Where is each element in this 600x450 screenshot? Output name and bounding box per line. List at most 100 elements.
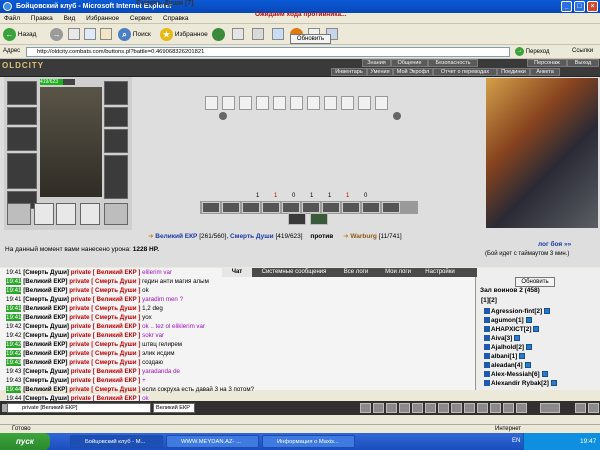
chat-author[interactable]: [Великий ЕКР]: [23, 314, 67, 321]
chat-recipient-field[interactable]: Великий ЕКР: [153, 403, 195, 413]
enemy-name[interactable]: Смерть Души [7]: [136, 0, 194, 7]
chat-tool-15-icon[interactable]: [588, 403, 599, 413]
battle-refresh-button[interactable]: Обновить: [290, 34, 331, 44]
chat-tool-8-icon[interactable]: [451, 403, 462, 413]
chat-private-tag[interactable]: private [ Великий ЕКР ]: [71, 368, 141, 375]
online-user[interactable]: Alexandir Rybak[2]: [484, 379, 557, 388]
minimize-button[interactable]: _: [561, 1, 572, 12]
chat-tool-10-icon[interactable]: [477, 403, 488, 413]
chat-author[interactable]: [Великий ЕКР]: [23, 305, 67, 312]
spell-slot-10[interactable]: [382, 202, 400, 213]
nav-transfers[interactable]: Отчет о переводах: [433, 68, 497, 76]
chat-tool-9-icon[interactable]: [464, 403, 475, 413]
spell-slot-3[interactable]: [242, 202, 260, 213]
online-user[interactable]: albani[1]: [484, 352, 526, 361]
chat-tool-13-icon[interactable]: [516, 403, 527, 413]
close-button[interactable]: ×: [587, 1, 598, 12]
chat-tool-14-icon[interactable]: [575, 403, 586, 413]
back-button[interactable]: ← Назад: [3, 27, 36, 42]
links-button[interactable]: Ссылки: [572, 48, 593, 54]
chat-tool-6-icon[interactable]: [425, 403, 436, 413]
chat-private-tag[interactable]: private [ Смерть Души ]: [69, 341, 140, 348]
attack-zone-5[interactable]: [273, 96, 286, 110]
favorites-button[interactable]: ★ Избранное: [160, 27, 208, 42]
boots-slot[interactable]: [104, 155, 128, 199]
chat-private-tag[interactable]: private [ Смерть Души ]: [69, 350, 140, 357]
chat-author[interactable]: [Великий ЕКР]: [23, 341, 67, 348]
edit-button[interactable]: [272, 27, 284, 42]
task-info[interactable]: Информация о Maxis...: [262, 435, 355, 448]
task-meydan[interactable]: WWW.MEYDAN.AZ- ...: [166, 435, 259, 448]
info-icon[interactable]: [550, 380, 557, 387]
gloves-slot[interactable]: [104, 107, 128, 127]
online-user[interactable]: Agression-fint[2]: [484, 307, 551, 316]
info-icon[interactable]: [533, 326, 540, 333]
nav-social[interactable]: Общение: [391, 59, 428, 67]
nav-security[interactable]: Безопасность: [428, 59, 478, 67]
nav-inventory[interactable]: Инвентарь: [331, 68, 367, 76]
online-pages[interactable]: [1][2]: [481, 297, 497, 304]
info-icon[interactable]: [519, 353, 526, 360]
menu-tools[interactable]: Сервис: [130, 15, 152, 22]
attack-zone-3[interactable]: [239, 96, 252, 110]
info-icon[interactable]: [526, 344, 533, 351]
info-icon[interactable]: [525, 317, 532, 324]
weapon-slot[interactable]: [7, 127, 37, 151]
team1b-player-name[interactable]: Смерть Души: [230, 233, 274, 240]
chat-author[interactable]: [Великий ЕКР]: [23, 386, 67, 393]
maximize-button[interactable]: □: [574, 1, 585, 12]
tab-settings[interactable]: Настройки: [420, 268, 460, 277]
chat-private-tag[interactable]: private [ Великий ЕКР ]: [71, 332, 141, 339]
chat-private-tag[interactable]: private [ Смерть Души ]: [69, 386, 140, 393]
chat-author[interactable]: [Смерть Души]: [23, 332, 69, 339]
spell-slot-6[interactable]: [302, 202, 320, 213]
chat-private-tag[interactable]: private [ Смерть Души ]: [69, 359, 140, 366]
shield-slot[interactable]: [104, 129, 128, 153]
search-button[interactable]: ⌕ Поиск: [118, 27, 151, 42]
nav-skills[interactable]: Умения: [367, 68, 393, 76]
start-button[interactable]: пуск: [0, 433, 50, 450]
attack-zone-11[interactable]: [375, 96, 388, 110]
online-user[interactable]: AHAPXICT[2]: [484, 325, 540, 334]
spell-slot-4[interactable]: [262, 202, 280, 213]
tab-all-logs[interactable]: Все логи: [336, 268, 376, 277]
refresh-browser-button[interactable]: [84, 27, 96, 42]
team1-player-name[interactable]: Великий ЕКР: [155, 233, 197, 240]
attack-zone-9[interactable]: [341, 96, 354, 110]
earring-slot[interactable]: [104, 81, 128, 105]
spell-slot-5[interactable]: [282, 202, 300, 213]
history-button[interactable]: [212, 27, 225, 42]
language-indicator[interactable]: EN: [512, 438, 520, 444]
chat-tool-11-icon[interactable]: [490, 403, 501, 413]
chat-private-tag[interactable]: private [ Смерть Души ]: [69, 287, 140, 294]
online-refresh-button[interactable]: Обновить: [515, 277, 555, 287]
nav-exit[interactable]: Выход: [567, 59, 599, 67]
tab-system-messages[interactable]: Системные сообщения: [254, 268, 334, 277]
spell-slot-7[interactable]: [322, 202, 340, 213]
right-arrow-icon[interactable]: [393, 112, 401, 120]
nav-profile[interactable]: Анкета: [530, 68, 560, 76]
attack-zone-8[interactable]: [324, 96, 337, 110]
chat-author[interactable]: [Смерть Души]: [23, 368, 69, 375]
nav-knowledge[interactable]: Знания: [362, 59, 391, 67]
left-arrow-icon[interactable]: [219, 112, 227, 120]
attack-zone-1[interactable]: [205, 96, 218, 110]
rune-slot-5[interactable]: [104, 203, 128, 225]
chat-author[interactable]: [Великий ЕКР]: [23, 350, 67, 357]
chat-private-tag[interactable]: private [ Великий ЕКР ]: [71, 377, 141, 384]
address-input[interactable]: http://oldcity.combats.com/buttons.pl?ba…: [26, 47, 510, 57]
nav-character[interactable]: Персонаж: [527, 59, 567, 67]
chat-private-tag[interactable]: private [ Смерть Души ]: [69, 278, 140, 285]
chat-author[interactable]: [Смерть Души]: [23, 269, 69, 276]
chat-author[interactable]: [Великий ЕКР]: [23, 359, 67, 366]
tab-chat[interactable]: Чат: [222, 268, 252, 277]
attack-zone-4[interactable]: [256, 96, 269, 110]
online-user[interactable]: Ajalhold[2]: [484, 343, 533, 352]
menu-file[interactable]: Файл: [4, 15, 20, 22]
chat-tool-5-icon[interactable]: [412, 403, 423, 413]
tab-my-logs[interactable]: Мои логи: [378, 268, 418, 277]
chat-tool-1-icon[interactable]: [360, 403, 371, 413]
info-icon[interactable]: [541, 371, 548, 378]
info-icon[interactable]: [524, 362, 531, 369]
info-icon[interactable]: [514, 335, 521, 342]
